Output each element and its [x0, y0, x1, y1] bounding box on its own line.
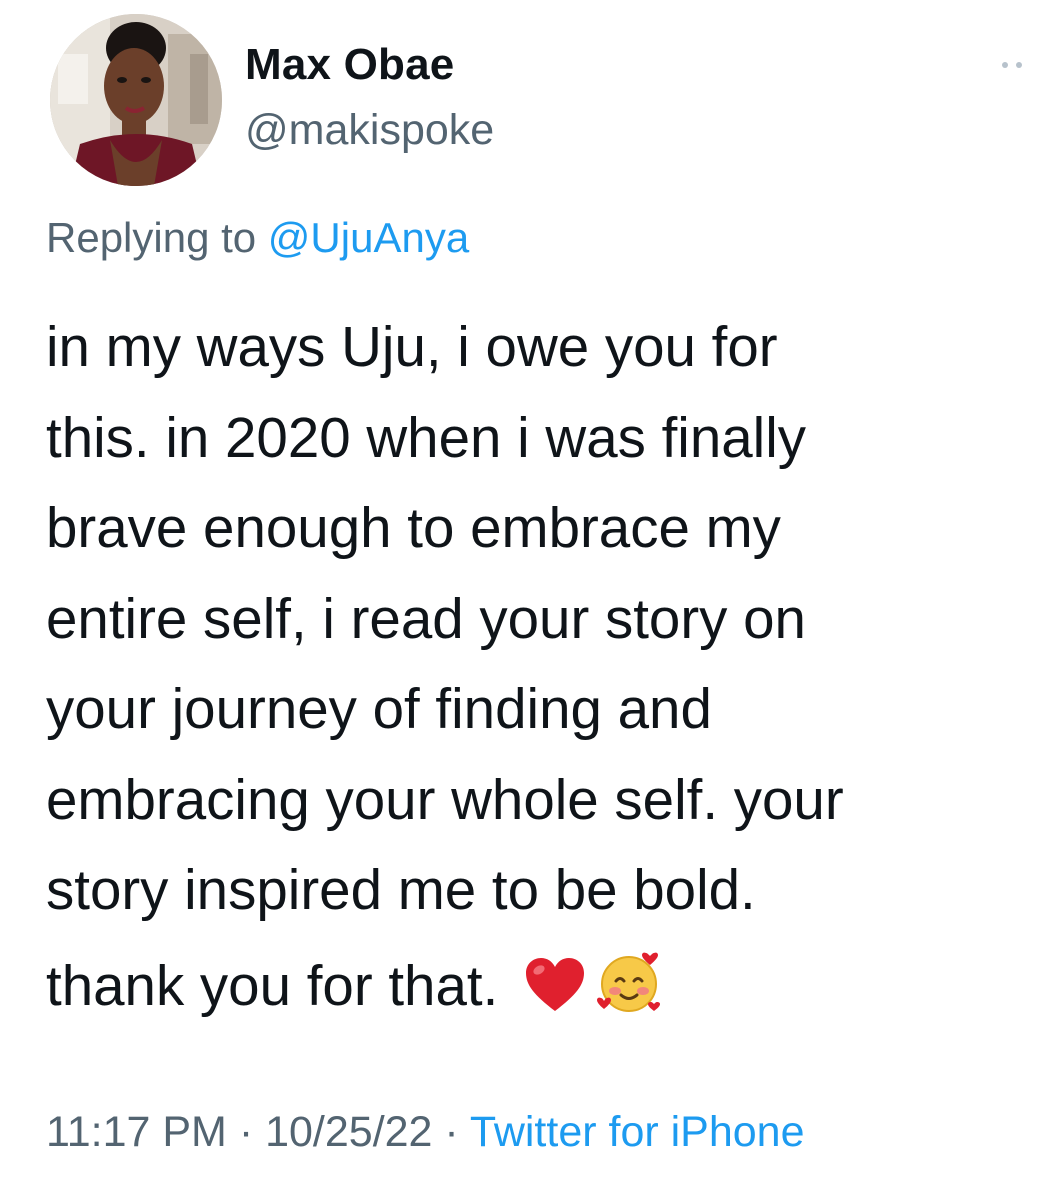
tweet: Max Obae @makispoke Replying to @UjuAnya…	[0, 0, 1042, 1200]
tweet-closing-line: thank you for that.	[46, 946, 662, 1036]
tweet-text: in my ways Uju, i owe you for this. in 2…	[46, 315, 844, 921]
tweet-source-link[interactable]: Twitter for iPhone	[470, 1108, 805, 1156]
red-heart-emoji	[524, 956, 586, 1036]
author-handle[interactable]: @makispoke	[245, 106, 494, 155]
replying-to-label: Replying to	[46, 214, 268, 261]
tweet-date[interactable]: 10/25/22	[265, 1108, 432, 1156]
replying-to-link[interactable]: @UjuAnya	[268, 214, 469, 261]
avatar[interactable]	[50, 14, 222, 186]
avatar-photo	[50, 14, 222, 186]
author-name[interactable]: Max Obae	[245, 40, 454, 90]
more-options-icon[interactable]	[1000, 58, 1030, 70]
meta-separator: ·	[226, 1108, 266, 1156]
tweet-closing-text: thank you for that.	[46, 954, 499, 1017]
meta-separator: ·	[432, 1108, 470, 1156]
replying-to: Replying to @UjuAnya	[46, 214, 469, 262]
tweet-metadata: 11:17 PM · 10/25/22 · Twitter for iPhone	[46, 1108, 805, 1157]
tweet-time[interactable]: 11:17 PM	[46, 1108, 227, 1156]
smiling-face-with-hearts-emoji	[596, 949, 662, 1036]
